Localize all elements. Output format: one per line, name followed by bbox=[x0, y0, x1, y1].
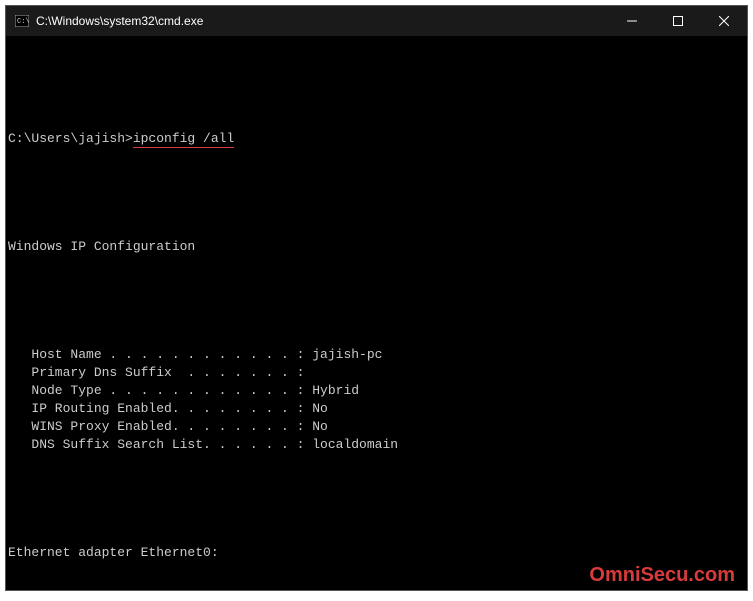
titlebar[interactable]: C:\ C:\Windows\system32\cmd.exe bbox=[6, 6, 747, 36]
minimize-button[interactable] bbox=[609, 6, 655, 36]
kv-label: Node Type . . . . . . . . . . . . : bbox=[8, 383, 312, 398]
svg-text:C:\: C:\ bbox=[17, 18, 29, 26]
output-line: Node Type . . . . . . . . . . . . : Hybr… bbox=[8, 382, 745, 400]
kv-label: IP Routing Enabled. . . . . . . . : bbox=[8, 401, 312, 416]
window-controls bbox=[609, 6, 747, 36]
section-header-ipconfig: Windows IP Configuration bbox=[8, 238, 745, 256]
empty-line bbox=[8, 490, 745, 508]
typed-command: ipconfig /all bbox=[133, 131, 234, 148]
kv-value: No bbox=[312, 419, 328, 434]
close-button[interactable] bbox=[701, 6, 747, 36]
output-line: Primary Dns Suffix . . . . . . . : bbox=[8, 364, 745, 382]
cmd-icon: C:\ bbox=[14, 13, 30, 29]
kv-label: Host Name . . . . . . . . . . . . : bbox=[8, 347, 312, 362]
output-line: IP Routing Enabled. . . . . . . . : No bbox=[8, 400, 745, 418]
kv-value: localdomain bbox=[312, 437, 398, 452]
output-line: DNS Suffix Search List. . . . . . : loca… bbox=[8, 436, 745, 454]
terminal-area[interactable]: C:\Users\jajish>ipconfig /all Windows IP… bbox=[6, 36, 747, 590]
ipconfig-block: Host Name . . . . . . . . . . . . : jaji… bbox=[8, 346, 745, 454]
kv-label: Primary Dns Suffix . . . . . . . : bbox=[8, 365, 304, 380]
empty-line bbox=[8, 76, 745, 94]
output-line: Host Name . . . . . . . . . . . . : jaji… bbox=[8, 346, 745, 364]
section-header-adapter: Ethernet adapter Ethernet0: bbox=[8, 544, 745, 562]
empty-line bbox=[8, 292, 745, 310]
prompt-line: C:\Users\jajish>ipconfig /all bbox=[8, 130, 745, 148]
maximize-button[interactable] bbox=[655, 6, 701, 36]
kv-value: Hybrid bbox=[312, 383, 359, 398]
cmd-window: C:\ C:\Windows\system32\cmd.exe C:\Users… bbox=[5, 5, 748, 591]
empty-line bbox=[8, 184, 745, 202]
window-title: C:\Windows\system32\cmd.exe bbox=[36, 14, 609, 28]
prompt-path: C:\Users\jajish> bbox=[8, 131, 133, 146]
watermark: OmniSecu.com bbox=[589, 566, 735, 584]
kv-label: WINS Proxy Enabled. . . . . . . . : bbox=[8, 419, 312, 434]
kv-label: DNS Suffix Search List. . . . . . : bbox=[8, 437, 312, 452]
kv-value: jajish-pc bbox=[312, 347, 382, 362]
kv-value: No bbox=[312, 401, 328, 416]
output-line: WINS Proxy Enabled. . . . . . . . : No bbox=[8, 418, 745, 436]
